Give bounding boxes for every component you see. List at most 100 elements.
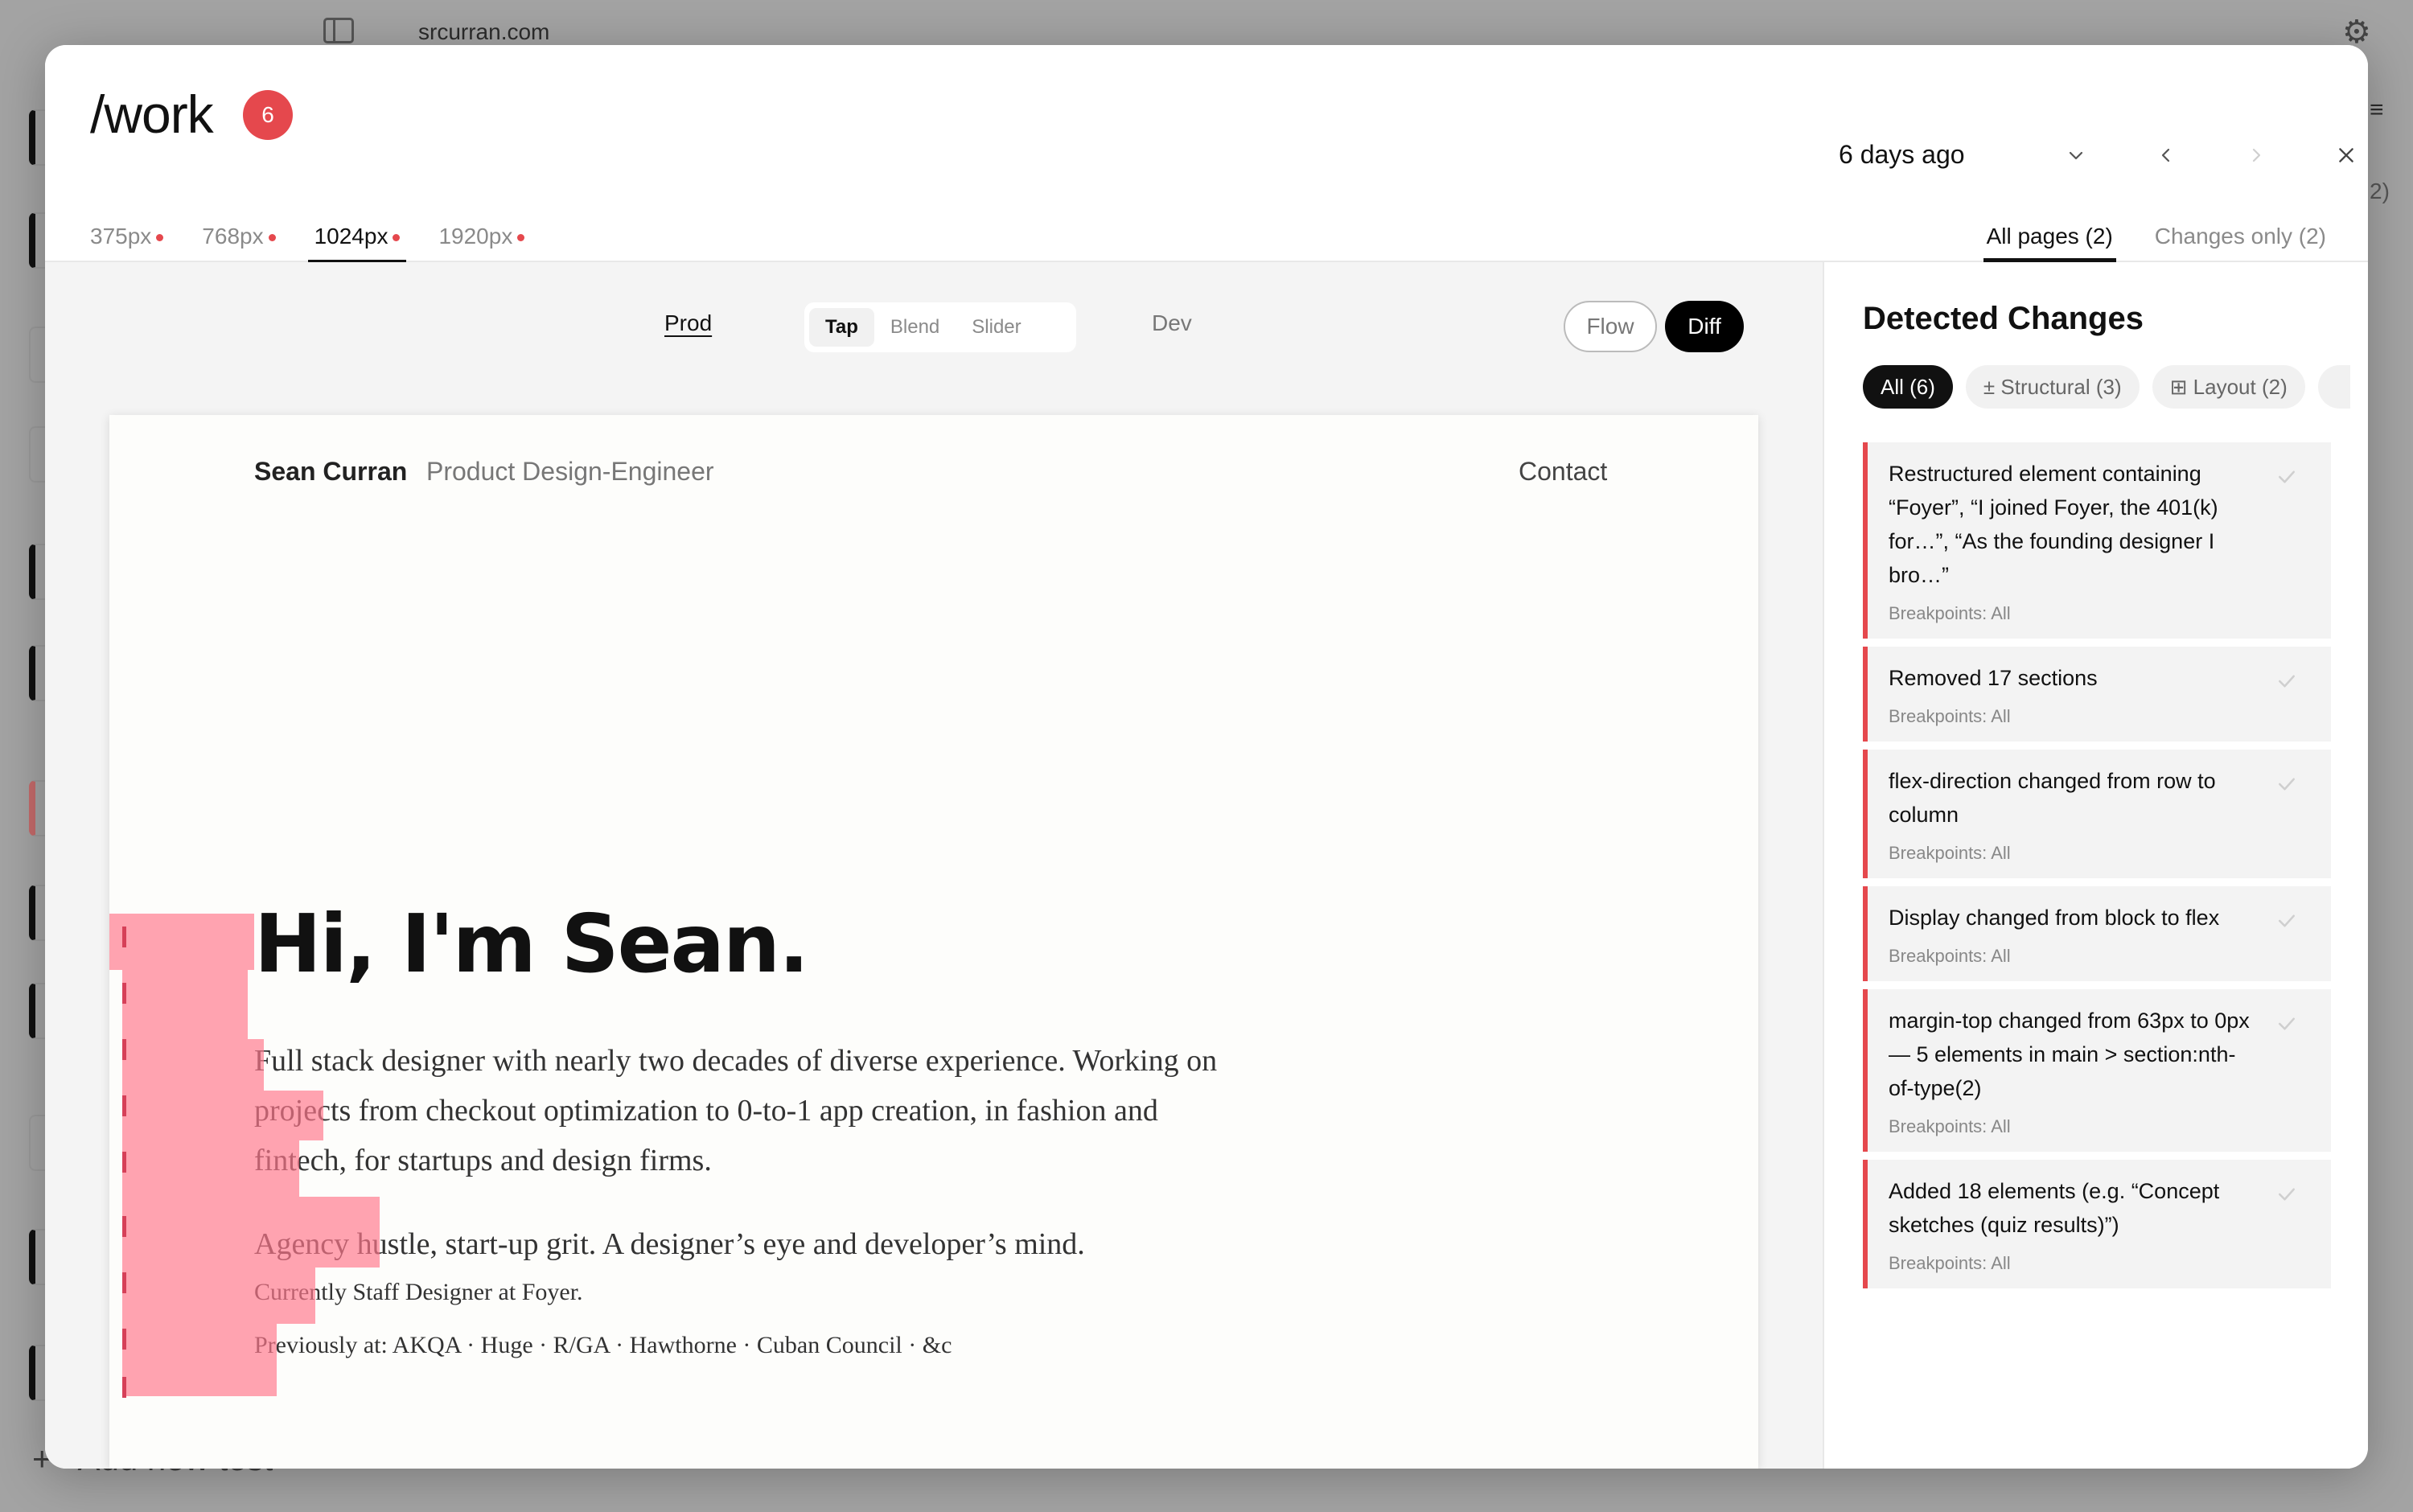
snapshot-date[interactable]: 6 days ago (1839, 140, 1965, 170)
change-item[interactable]: Display changed from block to flex Break… (1863, 886, 2331, 981)
tab-changes-only[interactable]: Changes only (2) (2152, 207, 2329, 262)
diff-highlight (122, 1140, 299, 1197)
check-icon[interactable] (2275, 1012, 2299, 1036)
page-title: /work (90, 84, 214, 144)
change-item[interactable]: Removed 17 sections Breakpoints: All (1863, 647, 2331, 742)
change-breakpoints: Breakpoints: All (1889, 1253, 2011, 1273)
diff-highlight (122, 970, 248, 1039)
compare-mode-group: Tap Blend Slider (804, 302, 1076, 352)
change-description: Restructured element containing “Foyer”,… (1889, 462, 2218, 587)
close-icon (2339, 148, 2353, 162)
change-dot (268, 234, 276, 242)
diff-marker (122, 983, 126, 1004)
filter-layout-chip[interactable]: ⊞ Layout (2) (2152, 365, 2305, 409)
change-filter-row: All (6) ± Structural (3) ⊞ Layout (2) (1863, 365, 2350, 409)
mode-blend-button[interactable]: Blend (874, 308, 956, 347)
tab-label: 1920px (438, 224, 513, 249)
change-breakpoints: Breakpoints: All (1889, 706, 2011, 726)
breakpoint-tabs: 375px 768px 1024px 1920px (84, 207, 557, 264)
chevron-left-icon (2161, 148, 2170, 162)
page-screenshot: Sean Curran Product Design-Engineer Cont… (109, 415, 1758, 1469)
diff-highlight (122, 1039, 264, 1091)
change-dot (393, 234, 401, 242)
site-name: Sean Curran (254, 457, 408, 486)
change-breakpoints: Breakpoints: All (1889, 1116, 2011, 1136)
change-list: Restructured element containing “Foyer”,… (1863, 442, 2331, 1296)
detected-changes-panel: Detected Changes All (6) ± Structural (3… (1823, 262, 2368, 1469)
site-domain: srcurran.com (418, 19, 550, 44)
check-icon[interactable] (2275, 669, 2299, 693)
check-icon[interactable] (2275, 465, 2299, 489)
chevron-right-icon (2252, 148, 2261, 162)
diff-marker (122, 1152, 126, 1173)
filter-structural-chip[interactable]: ± Structural (3) (1965, 365, 2140, 409)
change-dot (517, 234, 525, 242)
diff-marker (122, 1095, 126, 1116)
change-item[interactable]: Restructured element containing “Foyer”,… (1863, 442, 2331, 639)
diff-highlight (122, 1268, 315, 1324)
filter-all-chip[interactable]: All (6) (1863, 365, 1953, 409)
diff-button[interactable]: Diff (1665, 301, 1744, 352)
tab-all-pages[interactable]: All pages (2) (1983, 207, 2116, 262)
current-role-paragraph: Currently Staff Designer at Foyer. (254, 1279, 583, 1305)
change-description: flex-direction changed from row to colum… (1889, 769, 2216, 827)
diff-marker (122, 1329, 126, 1350)
tab-768px[interactable]: 768px (195, 207, 282, 262)
diff-highlight (122, 1324, 277, 1396)
tab-375px[interactable]: 375px (84, 207, 170, 262)
comparison-toolbar: Prod Tap Blend Slider Dev Flow Diff (45, 262, 1823, 383)
diff-highlight (109, 914, 254, 970)
site-contact-link: Contact (1519, 457, 1608, 486)
change-breakpoints: Breakpoints: All (1889, 603, 2011, 623)
change-description: Removed 17 sections (1889, 666, 2098, 690)
close-button[interactable] (2326, 135, 2366, 175)
site-role: Product Design-Engineer (426, 457, 714, 486)
change-detail-modal: /work 6 6 days ago 375px 768px 1024px 19… (45, 45, 2368, 1469)
tagline-paragraph: Agency hustle, start-up grit. A designer… (254, 1227, 1085, 1261)
tab-1024px[interactable]: 1024px (307, 207, 407, 264)
diff-marker (122, 927, 126, 947)
diff-marker (122, 1216, 126, 1237)
change-dot (156, 234, 164, 242)
change-breakpoints: Breakpoints: All (1889, 843, 2011, 863)
intro-paragraph: Full stack designer with nearly two deca… (254, 1044, 1218, 1177)
change-description: Display changed from block to flex (1889, 906, 2220, 930)
sidebar-toggle-icon[interactable] (323, 18, 354, 43)
menu-icon[interactable]: ≡ (2370, 97, 2384, 124)
tab-label: 1024px (314, 224, 388, 249)
diff-marker (122, 1377, 126, 1398)
previous-roles-paragraph: Previously at: AKQA · Huge · R/GA · Hawt… (254, 1332, 952, 1358)
modal-header: /work 6 6 days ago 375px 768px 1024px 19… (45, 45, 2368, 264)
change-description: margin-top changed from 63px to 0px — 5 … (1889, 1009, 2250, 1100)
next-button[interactable] (2236, 135, 2276, 175)
change-description: Added 18 elements (e.g. “Concept sketche… (1889, 1179, 2220, 1237)
check-icon[interactable] (2275, 772, 2299, 796)
hero-heading: Hi, I'm Sean. (254, 897, 809, 991)
flow-button[interactable]: Flow (1564, 301, 1657, 352)
diff-highlight (122, 1197, 380, 1268)
check-icon[interactable] (2275, 909, 2299, 933)
change-item[interactable]: Added 18 elements (e.g. “Concept sketche… (1863, 1160, 2331, 1288)
diff-marker (122, 1039, 126, 1060)
view-tabs: All pages (2) Changes only (2) (1948, 207, 2329, 262)
panel-title: Detected Changes (1863, 301, 2144, 336)
date-dropdown-button[interactable] (2056, 135, 2096, 175)
chevron-down-icon (2069, 151, 2083, 160)
check-icon[interactable] (2275, 1182, 2299, 1206)
env-prod-link[interactable]: Prod (664, 310, 712, 336)
change-item[interactable]: margin-top changed from 63px to 0px — 5 … (1863, 989, 2331, 1152)
diff-marker (122, 1272, 126, 1293)
preview-area: Prod Tap Blend Slider Dev Flow Diff Sean… (45, 262, 1823, 1469)
change-count-badge: 6 (243, 90, 293, 140)
tab-1920px[interactable]: 1920px (432, 207, 531, 262)
mode-tap-button[interactable]: Tap (809, 308, 874, 347)
diff-highlight (122, 1091, 323, 1140)
gear-icon[interactable]: ⚙ (2342, 16, 2371, 48)
previous-button[interactable] (2146, 135, 2186, 175)
filter-more-chip[interactable] (2317, 365, 2350, 409)
tab-label: 768px (202, 224, 264, 249)
env-dev-link[interactable]: Dev (1152, 310, 1192, 336)
change-breakpoints: Breakpoints: All (1889, 946, 2011, 966)
change-item[interactable]: flex-direction changed from row to colum… (1863, 750, 2331, 878)
mode-slider-button[interactable]: Slider (956, 308, 1037, 347)
